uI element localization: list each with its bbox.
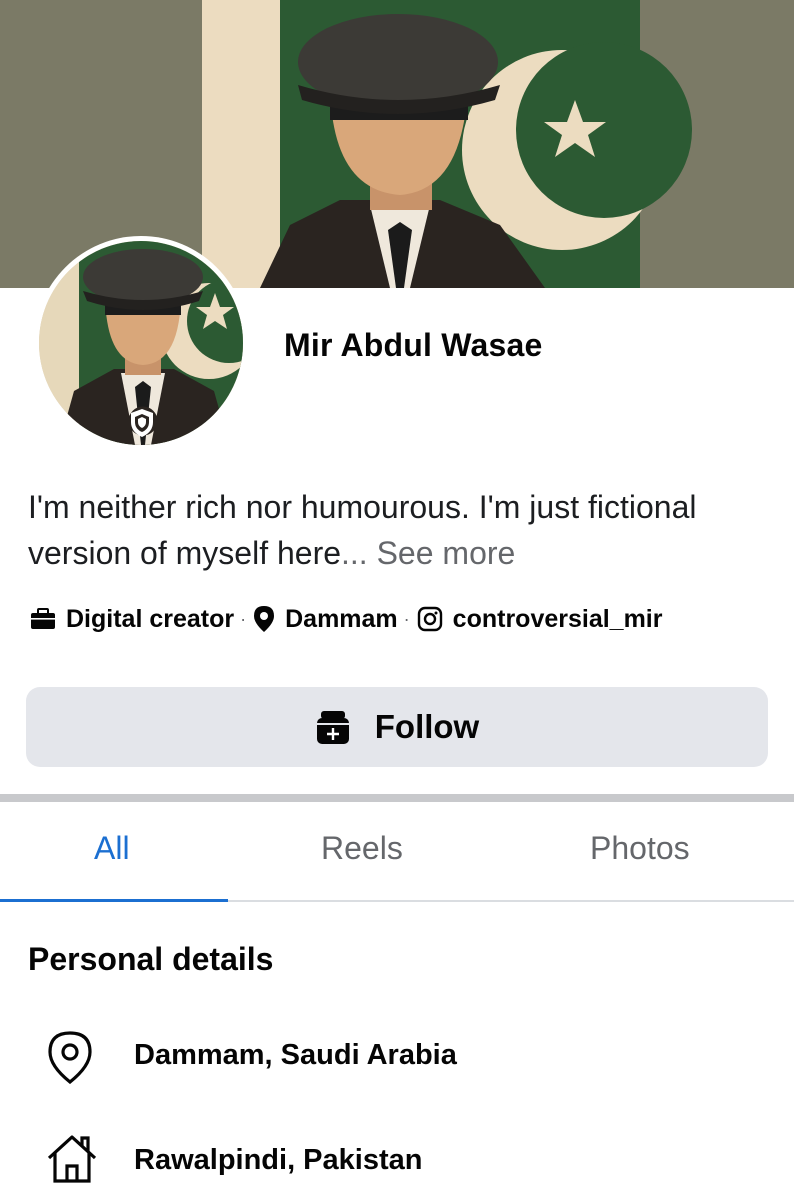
tab-all[interactable]: All [94, 830, 130, 867]
add-follow-icon [316, 711, 349, 744]
tab-photos[interactable]: Photos [590, 830, 690, 867]
location-pin-icon [254, 606, 275, 632]
profile-avatar-frame[interactable] [34, 236, 248, 450]
meta-category: Digital creator [30, 605, 234, 634]
meta-separator: · [240, 608, 247, 629]
meta-location[interactable]: Dammam [253, 605, 398, 634]
tab-reels[interactable]: Reels [321, 830, 403, 867]
category-text: Digital creator [66, 604, 235, 633]
profile-bio: I'm neither rich nor humourous. I'm just… [28, 484, 748, 576]
detail-text: Rawalpindi, Pakistan [134, 1144, 423, 1176]
section-divider [0, 794, 794, 802]
profile-meta: Digital creator · Dammam · controversial… [30, 600, 663, 638]
see-more-link[interactable]: ... See more [341, 535, 515, 571]
location-pin-icon [48, 1031, 92, 1084]
follow-button[interactable]: Follow [26, 687, 768, 767]
personal-details-title: Personal details [28, 941, 274, 977]
shield-badge-icon [131, 409, 153, 437]
active-tab-indicator [0, 899, 228, 902]
home-icon [47, 1135, 97, 1183]
detail-hometown[interactable]: Rawalpindi, Pakistan [46, 1134, 422, 1184]
meta-separator: · [403, 608, 410, 629]
detail-text: Dammam, Saudi Arabia [134, 1039, 457, 1071]
meta-instagram[interactable]: controversial_mir [417, 605, 663, 634]
instagram-text: controversial_mir [452, 604, 663, 633]
detail-current-city[interactable]: Dammam, Saudi Arabia [46, 1030, 457, 1084]
profile-tabs: All Reels Photos [0, 802, 794, 902]
instagram-icon [417, 606, 442, 632]
location-text: Dammam [285, 604, 398, 633]
follow-button-label: Follow [374, 708, 480, 745]
briefcase-icon [31, 608, 55, 629]
profile-name[interactable]: Mir Abdul Wasae [284, 327, 542, 364]
